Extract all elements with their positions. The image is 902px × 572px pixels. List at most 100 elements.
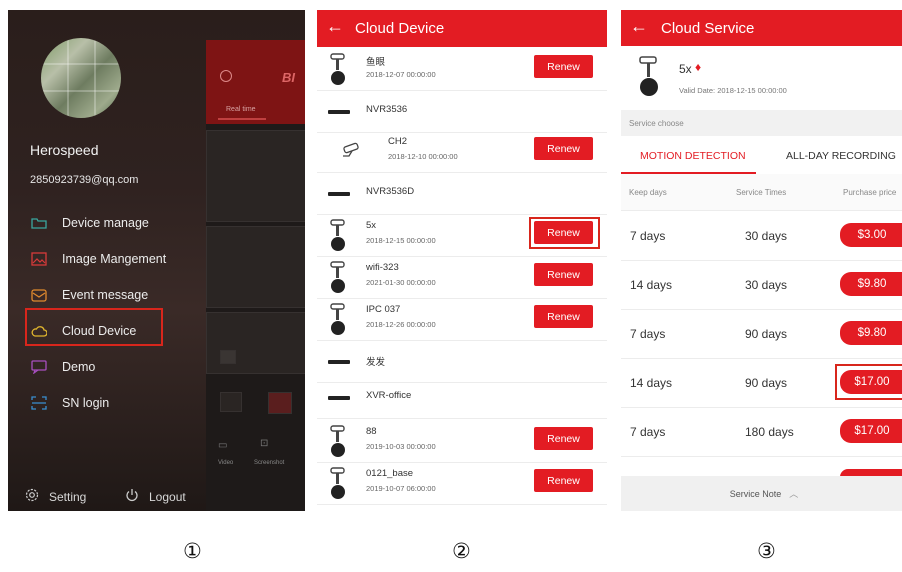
device-row[interactable]: 88 2019-10-03 00:00:00 Renew — [317, 420, 607, 463]
renew-button[interactable]: Renew — [534, 137, 593, 160]
setting-label: Setting — [49, 489, 87, 504]
plan-row: 14 days 90 days $17.00 — [621, 358, 902, 408]
tab-all-day-recording[interactable]: ALL-DAY RECORDING — [786, 150, 896, 162]
device-expiry-date: 2018-12-26 00:00:00 — [366, 320, 436, 329]
background-tab-label: Real time — [226, 106, 256, 113]
service-note-button[interactable]: Service Note ︿ — [621, 476, 902, 511]
caption-panel-1: ① — [183, 539, 202, 563]
service-choose-label: Service choose — [621, 110, 902, 136]
device-expiry-date: 2018-12-10 00:00:00 — [388, 152, 458, 161]
device-row[interactable]: XVR-office — [317, 376, 607, 419]
device-summary: 5x ♦ Valid Date: 2018-12-15 00:00:00 — [621, 46, 902, 110]
scan-icon — [30, 396, 48, 410]
valid-date: Valid Date: 2018-12-15 00:00:00 — [679, 86, 787, 95]
logout-label: Logout — [149, 489, 186, 504]
renew-button[interactable]: Renew — [534, 263, 593, 286]
service-times: 30 days — [745, 229, 788, 243]
background-app: BI Real time Video Screenshot ▭ ⊡ — [206, 40, 305, 511]
keep-days: 7 days — [630, 327, 666, 341]
cloud-device-highlight-box — [25, 308, 163, 346]
page-title: Cloud Device — [355, 20, 445, 37]
back-arrow-icon[interactable]: ← — [326, 16, 344, 37]
device-name: 5x — [679, 62, 692, 76]
cloud-device-screen: ← Cloud Device 鱼眼 2018-12-07 00:00:00 Rene… — [317, 10, 607, 511]
nvr-icon — [328, 396, 350, 400]
service-times: 180 days — [745, 425, 794, 439]
header-bar: ← Cloud Service — [621, 10, 902, 47]
plan-table-header: Keep days Service Times Purchase price — [621, 174, 902, 211]
menu-item-image-management[interactable]: Image Mangement — [30, 247, 166, 271]
device-name: IPC 037 — [366, 304, 401, 315]
device-name: XVR-office — [366, 390, 412, 401]
camera-icon — [330, 260, 348, 294]
column-header: Keep days — [629, 188, 667, 197]
renew-button[interactable]: Renew — [534, 427, 593, 450]
plan-row: 7 days 30 days $3.00 — [621, 211, 902, 261]
chat-icon — [30, 360, 48, 374]
device-name: 0121_base — [366, 468, 414, 479]
device-row[interactable]: CH2 2018-12-10 00:00:00 Renew — [317, 130, 607, 173]
channel-camera-icon — [341, 142, 363, 163]
caption-panel-2: ② — [452, 539, 471, 563]
background-button — [268, 392, 292, 414]
service-times: 90 days — [745, 327, 788, 341]
menu-item-sn-login[interactable]: SN login — [30, 391, 109, 415]
purchase-price-button[interactable]: $9.80 — [840, 272, 902, 296]
background-screenshot-label: Screenshot — [254, 460, 285, 466]
envelope-icon — [30, 288, 48, 302]
renew-button[interactable]: Renew — [534, 55, 593, 78]
image-icon — [30, 252, 48, 266]
purchase-price-button[interactable]: $3.00 — [840, 223, 902, 247]
purchase-price-button[interactable]: $9.80 — [840, 321, 902, 345]
header-bar: ← Cloud Device — [317, 10, 607, 47]
caption-panel-3: ③ — [757, 539, 776, 563]
power-icon — [125, 488, 139, 505]
device-name: CH2 — [388, 136, 408, 147]
background-button — [220, 350, 236, 364]
plan-row: 7 days 180 days $17.00 — [621, 407, 902, 457]
device-expiry-date: 2021-01-30 00:00:00 — [366, 278, 436, 287]
device-row[interactable]: 鱼眼 2018-12-07 00:00:00 Renew — [317, 48, 607, 91]
premium-gem-icon: ♦ — [695, 60, 702, 74]
background-button — [220, 392, 242, 412]
setting-button[interactable]: Setting — [25, 488, 86, 505]
camera-icon — [330, 52, 348, 86]
device-row[interactable]: IPC 037 2018-12-26 00:00:00 Renew — [317, 298, 607, 341]
menu-item-label: Demo — [62, 360, 96, 374]
device-row[interactable]: 5x 2018-12-15 00:00:00 Renew — [317, 214, 607, 257]
background-video-pane — [206, 130, 305, 222]
back-arrow-icon[interactable]: ← — [630, 16, 648, 37]
background-video-label: Video — [218, 460, 234, 466]
menu-item-demo[interactable]: Demo — [30, 355, 95, 379]
camera-icon — [330, 424, 348, 458]
device-row[interactable]: NVR3536 — [317, 90, 607, 133]
screenshot-icon: ⊡ — [260, 438, 269, 449]
menu-item-device-manage[interactable]: Device manage — [30, 211, 149, 235]
user-name: Herospeed — [30, 142, 99, 158]
renew-highlight-box — [529, 217, 600, 249]
menu-item-label: Image Mangement — [62, 252, 167, 266]
device-name: 鱼眼 — [366, 57, 386, 68]
device-row[interactable]: NVR3536D — [317, 172, 607, 215]
purchase-price-button[interactable]: $17.00 — [840, 419, 902, 443]
service-choose-text: Service choose — [629, 119, 684, 128]
device-expiry-date: 2018-12-15 00:00:00 — [366, 236, 436, 245]
logout-button[interactable]: Logout — [125, 488, 186, 505]
keep-days: 7 days — [630, 229, 666, 243]
person-icon — [220, 70, 232, 82]
menu-item-event-message[interactable]: Event message — [30, 283, 148, 307]
device-row[interactable]: wifi-323 2021-01-30 00:00:00 Renew — [317, 256, 607, 299]
chevron-up-icon: ︿ — [789, 489, 799, 499]
menu-item-label: Device manage — [62, 216, 149, 230]
renew-button[interactable]: Renew — [534, 469, 593, 492]
tab-motion-detection[interactable]: MOTION DETECTION — [640, 150, 746, 162]
nvr-icon — [328, 110, 350, 114]
device-name: 5x — [366, 220, 377, 231]
avatar[interactable] — [41, 38, 121, 118]
renew-button[interactable]: Renew — [534, 305, 593, 328]
device-row[interactable]: 0121_base 2019-10-07 06:00:00 Renew — [317, 462, 607, 505]
device-name: NVR3536D — [366, 186, 415, 197]
keep-days: 14 days — [630, 376, 673, 390]
user-email: 2850923739@qq.com — [30, 174, 139, 186]
column-header: Purchase price — [843, 188, 897, 197]
